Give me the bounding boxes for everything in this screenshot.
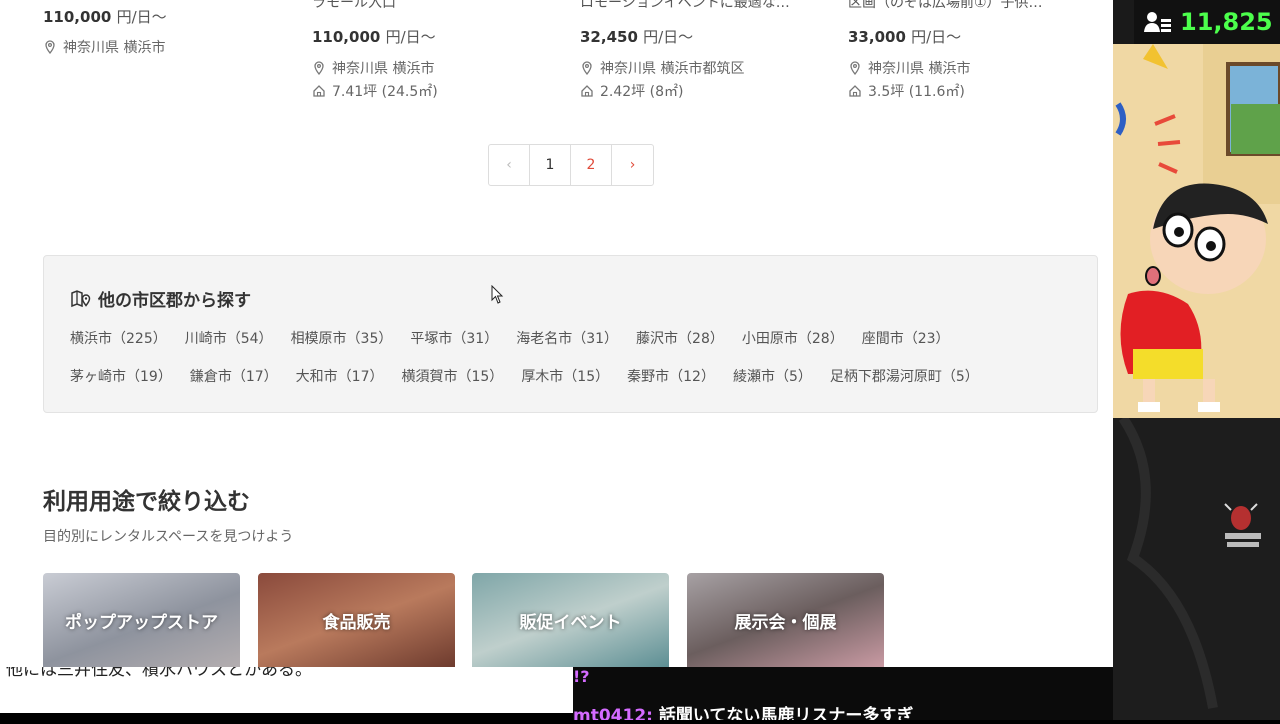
area-link[interactable]: 海老名市（31） [516,328,618,348]
category-promo-event[interactable]: 販促イベント [472,573,669,667]
pagination: ‹ 1 2 › [488,144,654,186]
area-link[interactable]: 厚木市（15） [521,366,609,386]
home-icon [581,85,593,97]
listing-title[interactable]: 区画（のぞは広場前①）子供… [848,0,1078,12]
category-food-sales[interactable]: 食品販売 [258,573,455,667]
mouse-cursor-icon [491,285,504,304]
other-areas-panel: 他の市区郡から探す 横浜市（225） 川崎市（54） 相模原市（35） 平塚市（… [43,255,1098,413]
chat-message-fragment: !? [573,667,590,686]
page-2-button[interactable]: 2 [571,145,612,185]
viewers-icon [1144,12,1171,32]
area-link[interactable]: 座間市（23） [862,328,950,348]
listing-location: 神奈川県 横浜市 [848,58,970,78]
listing-area: 7.41坪 (24.5㎡) [312,81,438,101]
category-label: ポップアップストア [65,612,218,633]
listing-location: 神奈川県 横浜市都筑区 [580,58,744,78]
chat-username: mt0412: [573,706,653,720]
cartoon-character-image [1113,44,1280,418]
area-link[interactable]: 鎌倉市（17） [190,366,278,386]
area-link[interactable]: 横須賀市（15） [401,366,503,386]
area-link[interactable]: 川崎市（54） [185,328,273,348]
listing-title[interactable]: ラモール入口 [312,0,542,12]
listing-title[interactable]: ロモーションイベントに最適な… [580,0,810,12]
listing-area: 2.42坪 (8㎡) [580,81,683,101]
category-label: 販促イベント [519,612,622,633]
listing-location: 神奈川県 横浜市 [43,37,165,57]
viewer-count: 11,825 [1180,8,1273,36]
listing-price: 33,000 円/日～ [848,28,962,46]
main-page: 110,000 円/日～ 神奈川県 横浜市 ラモール入口 110,000 円/日… [0,0,1113,667]
location-pin-icon [582,61,592,75]
category-label: 展示会・個展 [734,612,837,633]
home-icon [849,85,861,97]
area-row-1: 横浜市（225） 川崎市（54） 相模原市（35） 平塚市（31） 海老名市（3… [70,328,968,348]
listing-price: 110,000 円/日～ [312,28,436,46]
category-label: 食品販売 [322,612,391,633]
listing-area: 3.5坪 (11.6㎡) [848,81,965,101]
caption-text: 他には三井住友、積水ハウスとかある。 [6,667,312,680]
location-pin-icon [45,40,55,54]
area-link[interactable]: 横浜市（225） [70,328,167,348]
area-link[interactable]: 小田原市（28） [742,328,844,348]
area-link[interactable]: 茅ヶ崎市（19） [70,366,172,386]
category-exhibition[interactable]: 展示会・個展 [687,573,884,667]
area-link[interactable]: 綾瀬市（5） [733,366,812,386]
area-link[interactable]: 大和市（17） [296,366,384,386]
area-link[interactable]: 秦野市（12） [627,366,715,386]
listing-price: 110,000 円/日～ [43,8,167,26]
page-1-button[interactable]: 1 [530,145,571,185]
area-link[interactable]: 相模原市（35） [291,328,393,348]
purpose-section-subtitle: 目的別にレンタルスペースを見つけよう [43,529,294,545]
category-popup-store[interactable]: ポップアップストア [43,573,240,667]
other-areas-heading: 他の市区郡から探す [70,286,251,311]
area-link[interactable]: 藤沢市（28） [636,328,724,348]
home-icon [313,85,325,97]
listing-location: 神奈川県 横浜市 [312,58,434,78]
area-row-2: 茅ヶ崎市（19） 鎌倉市（17） 大和市（17） 横須賀市（15） 厚木市（15… [70,366,997,386]
area-link[interactable]: 平塚市（31） [410,328,498,348]
purpose-section-title: 利用用途で絞り込む [43,489,250,515]
viewer-counter: 11,825 [1134,0,1280,44]
bottom-bar [0,713,573,720]
streamer-camera [1113,415,1280,720]
listing-price: 32,450 円/日～ [580,28,694,46]
chat-text: 話聞いてない馬鹿リスナー多すぎ [652,706,914,720]
chat-overlay: !? mt0412: 話聞いてない馬鹿リスナー多すぎ [573,667,1113,720]
prev-page-button[interactable]: ‹ [489,145,530,185]
location-pin-icon [314,61,324,75]
area-link[interactable]: 足柄下郡湯河原町（5） [830,366,979,386]
map-pin-icon [71,289,91,307]
location-pin-icon [850,61,860,75]
chat-message: mt0412: 話聞いてない馬鹿リスナー多すぎ [573,701,913,720]
next-page-button[interactable]: › [612,145,653,185]
